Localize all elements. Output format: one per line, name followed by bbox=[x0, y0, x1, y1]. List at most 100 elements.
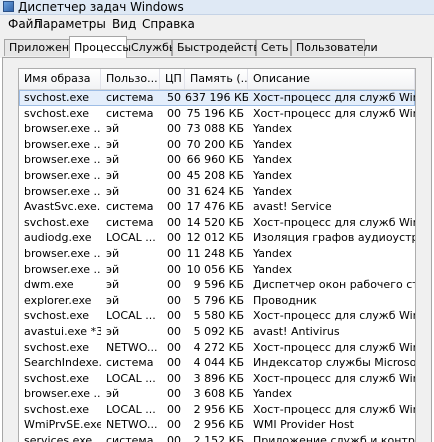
description-cell: avast! Service bbox=[253, 200, 332, 214]
process-row[interactable]: explorer.exe эй 00 5 796 КБ Проводник bbox=[19, 293, 415, 309]
memory-cell: 5 580 КБ bbox=[193, 309, 244, 323]
image-name-cell: browser.exe ... bbox=[24, 184, 101, 198]
image-name-cell: browser.exe ... bbox=[24, 137, 101, 151]
process-row[interactable]: browser.exe ... эй 00 70 200 КБ Yandex bbox=[19, 137, 415, 153]
column-header-row: Имя образа Пользо... ЦП Память (... Описание bbox=[19, 69, 415, 90]
column-header-description[interactable]: Описание bbox=[248, 69, 415, 89]
cpu-cell: 00 bbox=[167, 153, 181, 167]
cpu-cell: 00 bbox=[167, 293, 181, 307]
column-header-cpu[interactable]: ЦП bbox=[160, 69, 185, 89]
process-row[interactable]: dwm.exe эй 00 9 596 КБ Диспетчер окон рабоче… bbox=[19, 277, 415, 293]
menu-item[interactable]: Справка bbox=[138, 15, 199, 34]
process-rows: svchost.exe система 50 637 196 КБ Хост-проце… bbox=[19, 90, 415, 442]
image-name-cell: svchost.exe bbox=[24, 106, 90, 120]
user-cell: эй bbox=[106, 324, 120, 338]
memory-cell: 73 088 КБ bbox=[186, 122, 244, 136]
user-cell: эй bbox=[106, 153, 120, 167]
tab[interactable]: Пользователи bbox=[291, 39, 378, 56]
user-cell: система bbox=[106, 356, 154, 370]
cpu-cell: 00 bbox=[167, 231, 181, 245]
memory-cell: 11 248 КБ bbox=[186, 246, 244, 260]
memory-cell: 14 520 КБ bbox=[186, 215, 244, 229]
description-cell: Yandex bbox=[253, 246, 292, 260]
cpu-cell: 00 bbox=[167, 278, 181, 292]
process-row[interactable]: browser.exe ... эй 00 66 960 КБ Yandex bbox=[19, 152, 415, 168]
description-cell: Диспетчер окон рабочего стола bbox=[253, 278, 415, 292]
description-cell: Хост-процесс для служб Windows bbox=[253, 309, 415, 323]
image-name-cell: browser.exe ... bbox=[24, 246, 101, 260]
process-row[interactable]: browser.exe ... эй 00 10 056 КБ Yandex bbox=[19, 262, 415, 278]
memory-cell: 10 056 КБ bbox=[186, 262, 244, 276]
menu-item[interactable]: Параметры bbox=[30, 15, 110, 34]
process-row[interactable]: WmiPrvSE.exe NETWO... 00 2 956 КБ WMI Provid… bbox=[19, 417, 415, 433]
process-row[interactable]: browser.exe ... эй 00 45 208 КБ Yandex bbox=[19, 168, 415, 184]
tab[interactable]: Службы bbox=[126, 39, 178, 56]
process-row[interactable]: services.exe система 00 2 152 КБ Приложение … bbox=[19, 433, 415, 442]
user-cell: эй bbox=[106, 387, 120, 401]
user-cell: эй bbox=[106, 278, 120, 292]
description-cell: Хост-процесс для служб Windows bbox=[253, 215, 415, 229]
image-name-cell: svchost.exe bbox=[24, 215, 90, 229]
process-row[interactable]: svchost.exe система 00 75 196 КБ Хост-процес… bbox=[19, 106, 415, 122]
user-cell: эй bbox=[106, 122, 120, 136]
user-cell: система bbox=[106, 434, 154, 442]
user-cell: LOCAL ... bbox=[106, 309, 156, 323]
memory-cell: 2 956 КБ bbox=[193, 418, 244, 432]
process-row[interactable]: audiodg.exe LOCAL ... 00 12 012 КБ Изоляция … bbox=[19, 230, 415, 246]
cpu-cell: 00 bbox=[167, 122, 181, 136]
process-row[interactable]: browser.exe ... эй 00 31 624 КБ Yandex bbox=[19, 184, 415, 200]
column-header-memory[interactable]: Память (... bbox=[185, 69, 248, 89]
description-cell: Хост-процесс для служб Windows bbox=[253, 91, 415, 104]
process-row[interactable]: browser.exe ... эй 00 3 608 КБ Yandex bbox=[19, 386, 415, 402]
column-header-user[interactable]: Пользо... bbox=[101, 69, 160, 89]
user-cell: система bbox=[106, 91, 154, 104]
cpu-cell: 00 bbox=[167, 200, 181, 214]
image-name-cell: browser.exe ... bbox=[24, 168, 101, 182]
process-row[interactable]: AvastSvc.exe... система 00 17 476 КБ avast! … bbox=[19, 199, 415, 215]
process-list[interactable]: Имя образа Пользо... ЦП Память (... Описание… bbox=[18, 68, 416, 442]
memory-cell: 75 196 КБ bbox=[186, 106, 244, 120]
user-cell: система bbox=[106, 215, 154, 229]
user-cell: эй bbox=[106, 184, 120, 198]
tab[interactable]: Процессы bbox=[69, 36, 131, 58]
cpu-cell: 00 bbox=[167, 262, 181, 276]
process-row[interactable]: avastui.exe *32 эй 00 5 092 КБ avast! Antivi… bbox=[19, 324, 415, 340]
process-row[interactable]: svchost.exe система 00 14 520 КБ Хост-процес… bbox=[19, 215, 415, 231]
memory-cell: 9 596 КБ bbox=[193, 278, 244, 292]
column-header-image-name[interactable]: Имя образа bbox=[19, 69, 101, 89]
process-row[interactable]: browser.exe ... эй 00 73 088 КБ Yandex bbox=[19, 121, 415, 137]
image-name-cell: svchost.exe bbox=[24, 340, 90, 354]
process-row[interactable]: svchost.exe LOCAL ... 00 5 580 КБ Хост-проце… bbox=[19, 308, 415, 324]
menu-item[interactable]: Вид bbox=[108, 15, 140, 34]
cpu-cell: 00 bbox=[167, 324, 181, 338]
image-name-cell: services.exe bbox=[24, 434, 93, 442]
cpu-cell: 00 bbox=[167, 246, 181, 260]
process-row[interactable]: svchost.exe LOCAL ... 00 3 896 КБ Хост-проце… bbox=[19, 371, 415, 387]
title-bar: Диспетчер задач Windows bbox=[0, 0, 434, 15]
memory-cell: 4 272 КБ bbox=[193, 340, 244, 354]
image-name-cell: svchost.exe bbox=[24, 91, 90, 104]
description-cell: Хост-процесс для служб Windows bbox=[253, 371, 415, 385]
task-manager-icon bbox=[3, 1, 14, 12]
process-row[interactable]: svchost.exe NETWO... 00 4 272 КБ Хост-процес… bbox=[19, 340, 415, 356]
memory-cell: 12 012 КБ bbox=[186, 231, 244, 245]
image-name-cell: svchost.exe bbox=[24, 402, 90, 416]
process-row[interactable]: SearchIndexe... система 00 4 044 КБ Индексат… bbox=[19, 355, 415, 371]
description-cell: Хост-процесс для служб Windows bbox=[253, 340, 415, 354]
image-name-cell: audiodg.exe bbox=[24, 231, 92, 245]
process-row[interactable]: svchost.exe система 50 637 196 КБ Хост-проце… bbox=[19, 90, 415, 106]
process-row[interactable]: svchost.exe LOCAL ... 00 2 956 КБ Хост-проце… bbox=[19, 402, 415, 418]
tab[interactable]: Приложения bbox=[4, 39, 83, 56]
tab[interactable]: Сеть bbox=[256, 39, 291, 56]
memory-cell: 66 960 КБ bbox=[186, 153, 244, 167]
user-cell: эй bbox=[106, 137, 120, 151]
description-cell: Yandex bbox=[253, 184, 292, 198]
description-cell: avast! Antivirus bbox=[253, 324, 340, 338]
description-cell: Изоляция графов аудиоустройст... bbox=[253, 231, 415, 245]
cpu-cell: 00 bbox=[167, 387, 181, 401]
image-name-cell: browser.exe ... bbox=[24, 262, 101, 276]
cpu-cell: 00 bbox=[167, 168, 181, 182]
process-row[interactable]: browser.exe ... эй 00 11 248 КБ Yandex bbox=[19, 246, 415, 262]
tab[interactable]: Быстродействие bbox=[172, 39, 274, 56]
description-cell: Yandex bbox=[253, 153, 292, 167]
